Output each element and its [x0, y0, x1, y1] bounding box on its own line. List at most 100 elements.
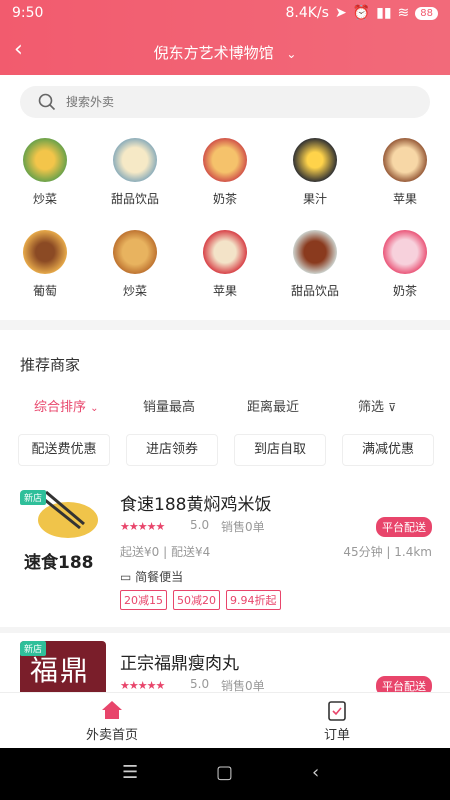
wifi-icon: ≋: [397, 5, 410, 21]
chip-delivery-discount[interactable]: 配送费优惠: [18, 434, 110, 466]
store-card[interactable]: 新店 速食188 食速188黄焖鸡米饭 ★★★★★ 5.0 销售0单 平台配送 …: [0, 490, 450, 620]
tab-orders-label: 订单: [323, 728, 350, 743]
sort-label: 综合排序: [34, 400, 87, 415]
alarm-icon: ⏰: [352, 5, 371, 21]
home-square-icon[interactable]: ▢: [216, 762, 233, 783]
filter-chips: 配送费优惠 进店领券 到店自取 满减优惠: [0, 434, 450, 466]
store-name: 食速188黄焖鸡米饭: [120, 495, 272, 515]
rating-value: 5.0: [190, 518, 210, 532]
category-label: 奶茶: [392, 284, 417, 298]
category-item[interactable]: 葡萄: [0, 230, 90, 299]
search-bar[interactable]: [20, 86, 430, 118]
tab-home[interactable]: 外卖首页: [52, 699, 172, 743]
promo-tag: 9.94折起: [226, 590, 281, 610]
store-divider: [0, 627, 450, 633]
category-item[interactable]: 炒菜: [90, 230, 180, 299]
category-item[interactable]: 奶茶: [360, 230, 450, 299]
juice-icon: [293, 138, 337, 182]
category-label: 炒菜: [32, 192, 57, 206]
sort-filter[interactable]: 筛选 ⊽: [358, 396, 396, 415]
sort-distance[interactable]: 距离最近: [247, 396, 299, 415]
category-item[interactable]: 奶茶: [180, 138, 270, 207]
category-label: 葡萄: [32, 284, 57, 298]
promo-tags: 20减15 50减20 9.94折起: [120, 590, 281, 610]
battery-indicator: 88: [415, 6, 438, 20]
pizza-icon: [113, 230, 157, 274]
category-item[interactable]: 甜品饮品: [270, 230, 360, 299]
category-label: 甜品饮品: [110, 192, 159, 206]
sort-bar: 综合排序 ⌄ 销量最高 距离最近 筛选 ⊽: [0, 396, 450, 416]
location-title: 倪东方艺术博物馆: [153, 44, 274, 62]
sort-label: 筛选: [358, 400, 385, 415]
section-title: 推荐商家: [20, 356, 81, 374]
sales-count: 销售0单: [221, 679, 265, 693]
store-logo: 新店 速食188: [20, 490, 106, 576]
category-label: 炒菜: [122, 284, 147, 298]
milkshake-icon: [383, 230, 427, 274]
milk-tea-icon: [203, 138, 247, 182]
category-label: 果汁: [302, 192, 327, 206]
menu-icon[interactable]: ☰: [122, 762, 138, 783]
store-logo: 福鼎 新店: [20, 641, 106, 693]
category-item[interactable]: 果汁: [270, 138, 360, 207]
nav-bar: ‹ 倪东方艺术博物馆 ⌄: [0, 30, 450, 72]
stir-fry-icon: [23, 138, 67, 182]
rating-stars: ★★★★★: [120, 520, 165, 533]
bottom-tab-bar: 外卖首页 订单: [0, 692, 450, 748]
back-icon[interactable]: ‹: [312, 762, 319, 783]
category-label: 苹果: [212, 284, 237, 298]
filter-icon: ⊽: [388, 401, 397, 414]
tab-orders[interactable]: 订单: [277, 699, 397, 743]
store-category-label: 简餐便当: [135, 570, 184, 584]
store-card[interactable]: 福鼎 新店 正宗福鼎瘦肉丸 ★★★★★ 5.0 销售0单 平台配送: [0, 641, 450, 693]
network-speed: 8.4K/s: [285, 5, 329, 21]
store-category: ▭ 简餐便当: [120, 568, 183, 585]
promo-tag: 20减15: [120, 590, 167, 610]
dessert-cup-icon: [203, 230, 247, 274]
category-label: 奶茶: [212, 192, 237, 206]
new-store-badge: 新店: [20, 641, 47, 656]
app-header: 9:50 8.4K/s ➤ ⏰ ▮▮ ≋ 88 ‹ 倪东方艺术博物馆 ⌄: [0, 0, 450, 75]
dessert-drink-icon: [113, 138, 157, 182]
location-icon: ➤: [334, 5, 347, 21]
delivery-fees: 起送¥0 | 配送¥4: [120, 545, 211, 559]
search-input[interactable]: [66, 86, 406, 118]
home-icon: [102, 701, 122, 719]
sort-sales[interactable]: 销量最高: [143, 396, 195, 415]
search-icon: [38, 93, 56, 111]
system-nav-bar: ☰ ▢ ‹: [0, 748, 450, 800]
chevron-down-icon: ⌄: [286, 47, 297, 61]
category-item[interactable]: 炒菜: [0, 138, 90, 207]
category-label: 甜品饮品: [290, 284, 339, 298]
location-selector[interactable]: 倪东方艺术博物馆 ⌄: [0, 42, 450, 63]
new-store-badge: 新店: [20, 490, 47, 505]
apple-icon: [383, 138, 427, 182]
rating-value: 5.0: [190, 677, 210, 691]
chip-pickup[interactable]: 到店自取: [234, 434, 326, 466]
status-time: 9:50: [12, 5, 44, 21]
sort-comprehensive[interactable]: 综合排序 ⌄: [34, 396, 99, 415]
platform-delivery-badge: 平台配送: [376, 517, 432, 537]
store-category-icon: ▭: [120, 570, 132, 584]
chevron-down-icon: ⌄: [90, 403, 99, 414]
category-item[interactable]: 苹果: [180, 230, 270, 299]
rating-stars: ★★★★★: [120, 679, 165, 692]
category-label: 苹果: [392, 192, 417, 206]
category-item[interactable]: 苹果: [360, 138, 450, 207]
store-logo-text: 速食188: [24, 553, 94, 573]
promo-tag: 50减20: [173, 590, 220, 610]
tab-home-label: 外卖首页: [85, 728, 138, 743]
category-item[interactable]: 甜品饮品: [90, 138, 180, 207]
clipboard-icon: [328, 701, 346, 721]
steak-icon: [293, 230, 337, 274]
chip-coupon[interactable]: 进店领券: [126, 434, 218, 466]
signal-icon: ▮▮: [376, 5, 392, 21]
platform-delivery-badge: 平台配送: [376, 676, 432, 693]
section-divider: [0, 320, 450, 330]
time-distance: 45分钟 | 1.4km: [343, 545, 432, 559]
store-name: 正宗福鼎瘦肉丸: [120, 654, 239, 674]
burger-icon: [23, 230, 67, 274]
chip-full-reduction[interactable]: 满减优惠: [342, 434, 434, 466]
sales-count: 销售0单: [221, 520, 265, 534]
status-bar: 9:50 8.4K/s ➤ ⏰ ▮▮ ≋ 88: [0, 0, 450, 28]
